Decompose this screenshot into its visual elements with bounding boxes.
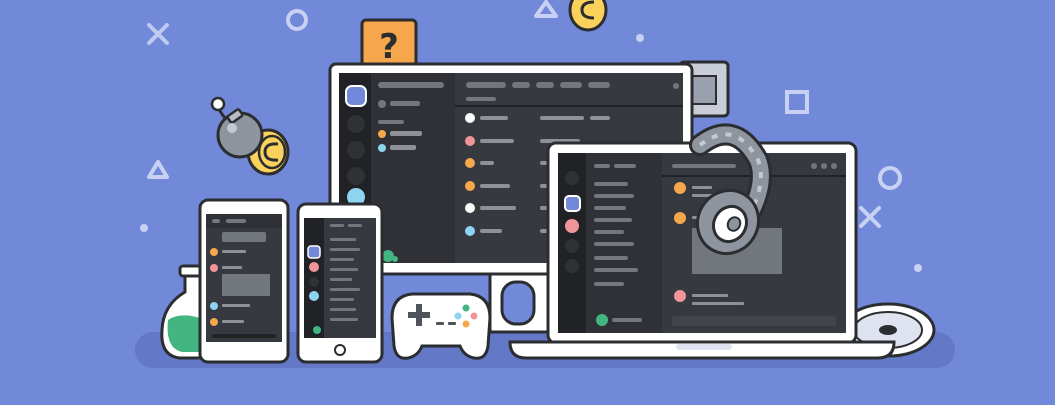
triangle-shape-icon xyxy=(534,0,558,18)
coin-icon xyxy=(568,0,608,32)
phone-icon xyxy=(198,198,290,364)
x-shape-icon xyxy=(859,206,881,228)
dot-shape-icon xyxy=(140,224,148,232)
x-shape-icon xyxy=(147,23,169,45)
laptop-icon xyxy=(508,141,896,360)
dot-shape-icon xyxy=(914,264,922,272)
phone-icon xyxy=(296,202,384,364)
discord-devices-illustration: ? xyxy=(0,0,1055,405)
triangle-shape-icon xyxy=(147,160,169,179)
circle-shape-icon xyxy=(286,9,308,31)
bomb-icon xyxy=(210,96,264,159)
circle-shape-icon xyxy=(878,166,902,190)
square-shape-icon xyxy=(785,90,809,114)
dot-shape-icon xyxy=(636,34,644,42)
question-block-label: ? xyxy=(379,27,399,67)
